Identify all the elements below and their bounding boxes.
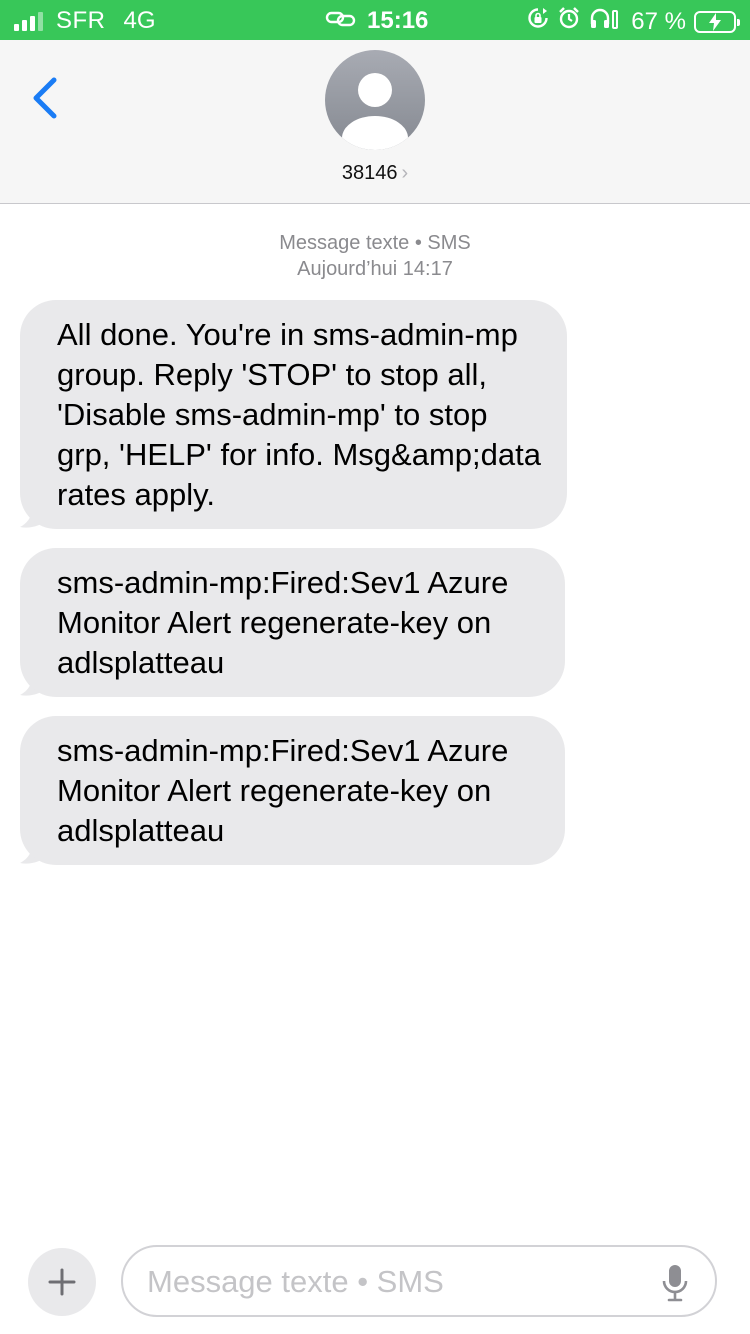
conversation-meta: Message texte • SMS Aujourd’hui 14:17 [0,230,750,282]
plus-icon [48,1268,76,1296]
network-label: 4G [123,7,156,34]
headphones-icon [589,7,623,36]
battery-percentage: 67 % [631,7,686,35]
chevron-right-icon: › [401,162,409,184]
contact-avatar[interactable] [325,50,425,150]
signal-strength-icon [14,11,46,31]
contact-name: 38146 [341,162,398,184]
orientation-lock-icon [527,7,549,36]
messages-screen: SFR 4G 15:16 67 % 38146 › Message texte … [0,0,750,1334]
add-attachment-button[interactable] [28,1248,96,1316]
contact-name-button[interactable]: 38146 › [0,162,750,185]
message-text: sms-admin-mp:Fired:Sev1 Azure Monitor Al… [20,716,565,865]
message-type-label: Message texte • SMS [279,232,471,254]
message-text: All done. You're in sms-admin-mp group. … [20,300,567,529]
back-button[interactable] [26,74,66,122]
person-icon [342,73,408,150]
message-bubble[interactable]: All done. You're in sms-admin-mp group. … [20,300,567,529]
message-input[interactable] [147,1253,647,1311]
carrier-label: SFR [56,7,106,34]
message-input-container [121,1245,717,1317]
hotspot-link-icon [325,7,357,35]
battery-charging-icon [694,10,740,33]
back-chevron-icon [33,77,57,119]
status-right: 67 % [527,6,740,37]
clock-time: 15:16 [367,7,429,34]
dictation-button[interactable] [661,1263,689,1303]
message-text: sms-admin-mp:Fired:Sev1 Azure Monitor Al… [20,548,565,697]
status-bar: SFR 4G 15:16 67 % [0,0,750,40]
message-bubble[interactable]: sms-admin-mp:Fired:Sev1 Azure Monitor Al… [20,548,565,697]
status-center: 15:16 [325,7,428,35]
status-left: SFR 4G [14,7,156,35]
conversation-header: 38146 › [0,40,750,204]
message-timestamp: Aujourd’hui 14:17 [297,258,453,280]
alarm-icon [557,6,581,37]
message-bubble[interactable]: sms-admin-mp:Fired:Sev1 Azure Monitor Al… [20,716,565,865]
microphone-icon [662,1265,688,1302]
